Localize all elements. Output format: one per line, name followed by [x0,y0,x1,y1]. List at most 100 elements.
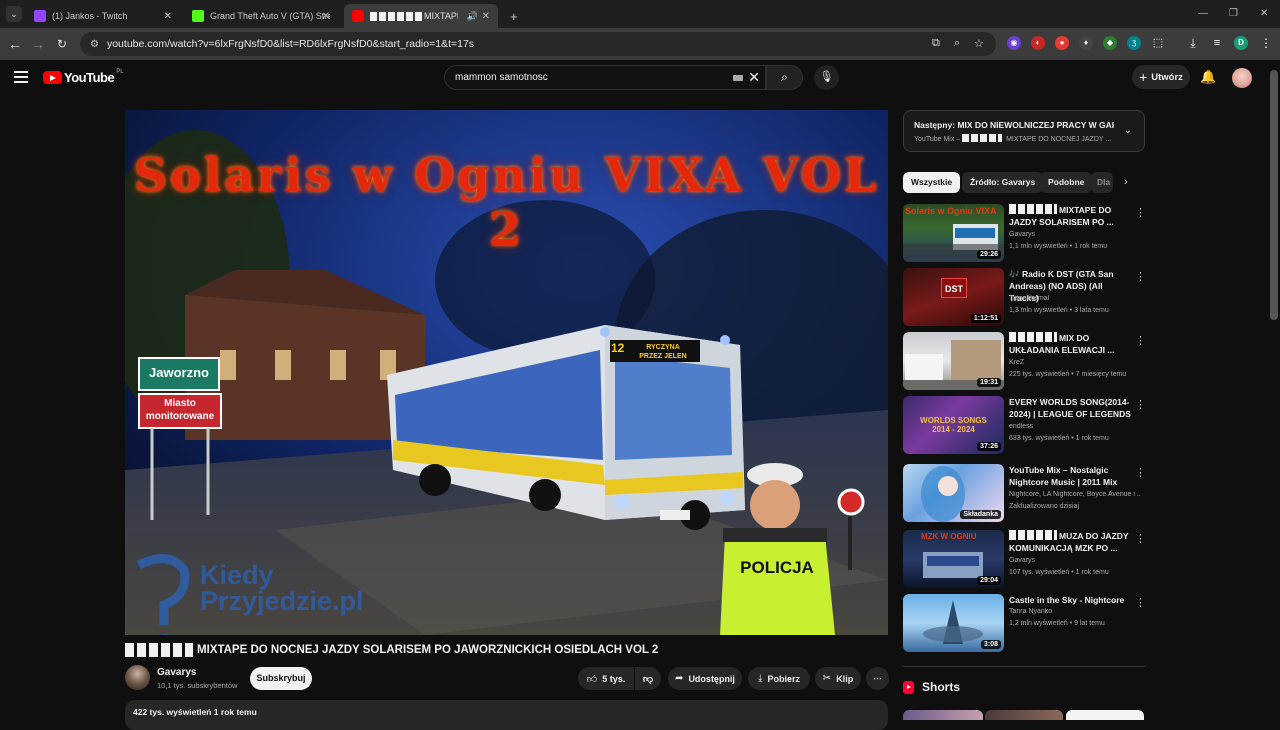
extensions-puzzle-icon[interactable]: ⬚ [1151,36,1165,50]
dislike-button[interactable]: 👎︎ [635,667,661,690]
close-window-icon[interactable]: ✕ [1260,8,1268,19]
youtube-play-icon [43,71,62,84]
extension-icon[interactable]: ◐ [1031,36,1045,50]
chip-for-you[interactable]: Dla [1091,172,1113,193]
extension-icon[interactable]: ● [1055,36,1069,50]
profile-icon[interactable]: D [1234,36,1248,50]
search-button[interactable]: ⌕ [766,65,803,90]
page-scrollbar[interactable] [1270,70,1278,320]
video-title[interactable]: YouTube Mix – Nostalgic Nightcore Music … [1009,464,1131,488]
thumbnail-fire-text: Solaris w Ogniu VIXA [905,206,997,216]
avatar[interactable] [1232,68,1252,88]
tab-twitch[interactable]: (1) Jankos - Twitch ✕ [26,4,180,28]
short-thumbnail[interactable] [985,710,1063,720]
tab-search-chevron-icon[interactable]: ⌄ [6,6,22,22]
channel-name[interactable]: Gavarys [157,667,196,678]
voice-search-button[interactable]: 🎙 [814,65,839,90]
notifications-bell-icon[interactable]: 🔔 [1200,69,1216,85]
list-item[interactable]: MZK W OGNIU 29:04 MUZA DO JAZDY KOMUNIKA… [903,530,1146,590]
reload-icon[interactable]: ↻ [53,35,71,53]
extension-icon[interactable]: ♦ [1079,36,1093,50]
more-vertical-icon[interactable]: ⋮ [1135,596,1146,609]
site-info-icon[interactable]: ⚙ [90,39,99,50]
chevron-right-icon[interactable]: › [1124,176,1128,188]
keyboard-icon[interactable] [733,75,743,81]
youtube-favicon-icon [352,10,364,22]
extension-icon[interactable]: ◉ [1007,36,1021,50]
extension-icon[interactable]: ʒ [1127,36,1141,50]
close-tab-icon[interactable]: ✕ [322,11,330,22]
list-item[interactable]: Składanka YouTube Mix – Nostalgic Nightc… [903,464,1146,524]
back-icon[interactable]: ← [6,35,24,53]
more-vertical-icon[interactable]: ⋮ [1135,206,1146,219]
clear-search-icon[interactable]: ✕ [748,69,760,86]
install-app-icon[interactable]: ⧉ [932,37,940,50]
download-icon[interactable]: ⤓ [1186,36,1200,50]
more-actions-button[interactable]: ⋯ [866,667,889,690]
search-input[interactable]: mammon samotnosc ✕ [444,65,766,90]
minimize-icon[interactable]: — [1198,8,1208,19]
thumbnail-fire-title: Solaris w Ogniu VIXA VOL 2 [133,148,880,256]
chip-related[interactable]: Podobne [1040,172,1093,193]
up-next-mix-panel[interactable]: Następny: MIX DO NIEWOLNICZEJ PRACY W GA… [903,110,1145,152]
close-tab-icon[interactable]: ✕ [482,11,490,22]
bus-destination-display: RYCZYNA PRZEZ JELEN [639,344,687,360]
video-title[interactable]: MUZA DO JAZDY KOMUNIKACJĄ MZK PO ... [1009,530,1131,554]
chevron-down-icon[interactable]: ⌄ [1124,125,1132,136]
menu-hamburger-icon[interactable] [14,71,28,83]
subscribe-button[interactable]: Subskrybuj [250,667,312,690]
media-control-icon[interactable]: ≡ [1210,36,1224,50]
more-vertical-icon[interactable]: ⋮ [1135,270,1146,283]
list-item[interactable]: 19:31 MIX DO UKŁADANIA ELEWACJI ... KreZ… [903,332,1146,392]
zoom-icon[interactable]: ⌕ [954,37,960,50]
more-vertical-icon[interactable]: ⋮ [1135,398,1146,411]
video-thumbnail[interactable]: 3:08 [903,594,1004,652]
list-item[interactable]: Solaris w Ogniu VIXA 29:26 MIXTAPE DO JA… [903,204,1146,264]
restore-icon[interactable]: ❐ [1229,8,1238,19]
share-button[interactable]: ➦ Udostępnij [668,667,742,690]
video-player[interactable]: Solaris w Ogniu VIXA VOL 2 Jaworzno Mias… [125,110,888,635]
up-next-subtitle: YouTube Mix – MIXTAPE DO NOCNEJ JAZDY ..… [914,134,1112,143]
clip-button[interactable]: ✂ Klip [815,667,861,690]
shorts-header: Shorts [903,680,960,694]
bookmark-star-icon[interactable]: ☆ [974,37,984,50]
video-title[interactable]: MIX DO UKŁADANIA ELEWACJI ... [1009,332,1131,356]
hit-logo [370,11,422,21]
tab-kick[interactable]: Grand Theft Auto V (GTA) Strea ✕ [184,4,338,28]
more-vertical-icon[interactable]: ⋮ [1135,466,1146,479]
download-button[interactable]: ⤓ Pobierz [748,667,810,690]
video-thumbnail[interactable]: Solaris w Ogniu VIXA 29:26 [903,204,1004,262]
url-bar[interactable]: ⚙ youtube.com/watch?v=6lxFrgNsfD0&list=R… [80,32,996,56]
video-thumbnail[interactable]: Składanka [903,464,1004,522]
list-item[interactable]: DST 1:12:51 🎶 Radio K DST (GTA San Andre… [903,268,1146,328]
description-box[interactable]: 422 tys. wyświetleń 1 rok temu [125,700,888,730]
audio-playing-icon[interactable]: 🔊 [467,11,478,22]
video-title[interactable]: Castle in the Sky - Nightcore [1009,594,1131,606]
extension-icon[interactable]: ◆ [1103,36,1117,50]
more-vertical-icon[interactable]: ⋮ [1135,334,1146,347]
plus-icon: + [1139,69,1148,85]
list-item[interactable]: 3:08 Castle in the Sky - Nightcore Tanra… [903,594,1146,654]
video-thumbnail[interactable]: 19:31 [903,332,1004,390]
video-thumbnail[interactable]: MZK W OGNIU 29:04 [903,530,1004,588]
forward-icon[interactable]: → [29,35,47,53]
chip-source-gavarys[interactable]: Źródło: Gavarys [962,172,1044,193]
tab-youtube[interactable]: MIXTAPE DO 🔊 ✕ [344,4,498,28]
video-title[interactable]: EVERY WORLDS SONG(2014-2024) | LEAGUE OF… [1009,396,1131,420]
browser-menu-icon[interactable]: ⋮ [1259,36,1273,50]
video-thumbnail[interactable]: DST 1:12:51 [903,268,1004,326]
like-button[interactable]: 👍︎ 5 tys. [578,667,634,690]
list-item[interactable]: WORLDS SONGS 2014 - 2024 37:26 EVERY WORL… [903,396,1146,456]
more-vertical-icon[interactable]: ⋮ [1135,532,1146,545]
chip-all[interactable]: Wszystkie [903,172,961,193]
youtube-logo[interactable]: YouTube PL [43,69,124,85]
create-button[interactable]: + Utwórz [1132,65,1190,89]
bus-route-number: 12 [611,341,625,355]
close-tab-icon[interactable]: ✕ [164,11,172,22]
video-title[interactable]: MIXTAPE DO JAZDY SOLARISEM PO ... [1009,204,1131,228]
channel-avatar[interactable] [125,665,150,690]
short-thumbnail[interactable] [903,710,983,720]
video-thumbnail[interactable]: WORLDS SONGS 2014 - 2024 37:26 [903,396,1004,454]
short-thumbnail[interactable] [1066,710,1144,720]
new-tab-button[interactable]: + [502,4,526,28]
